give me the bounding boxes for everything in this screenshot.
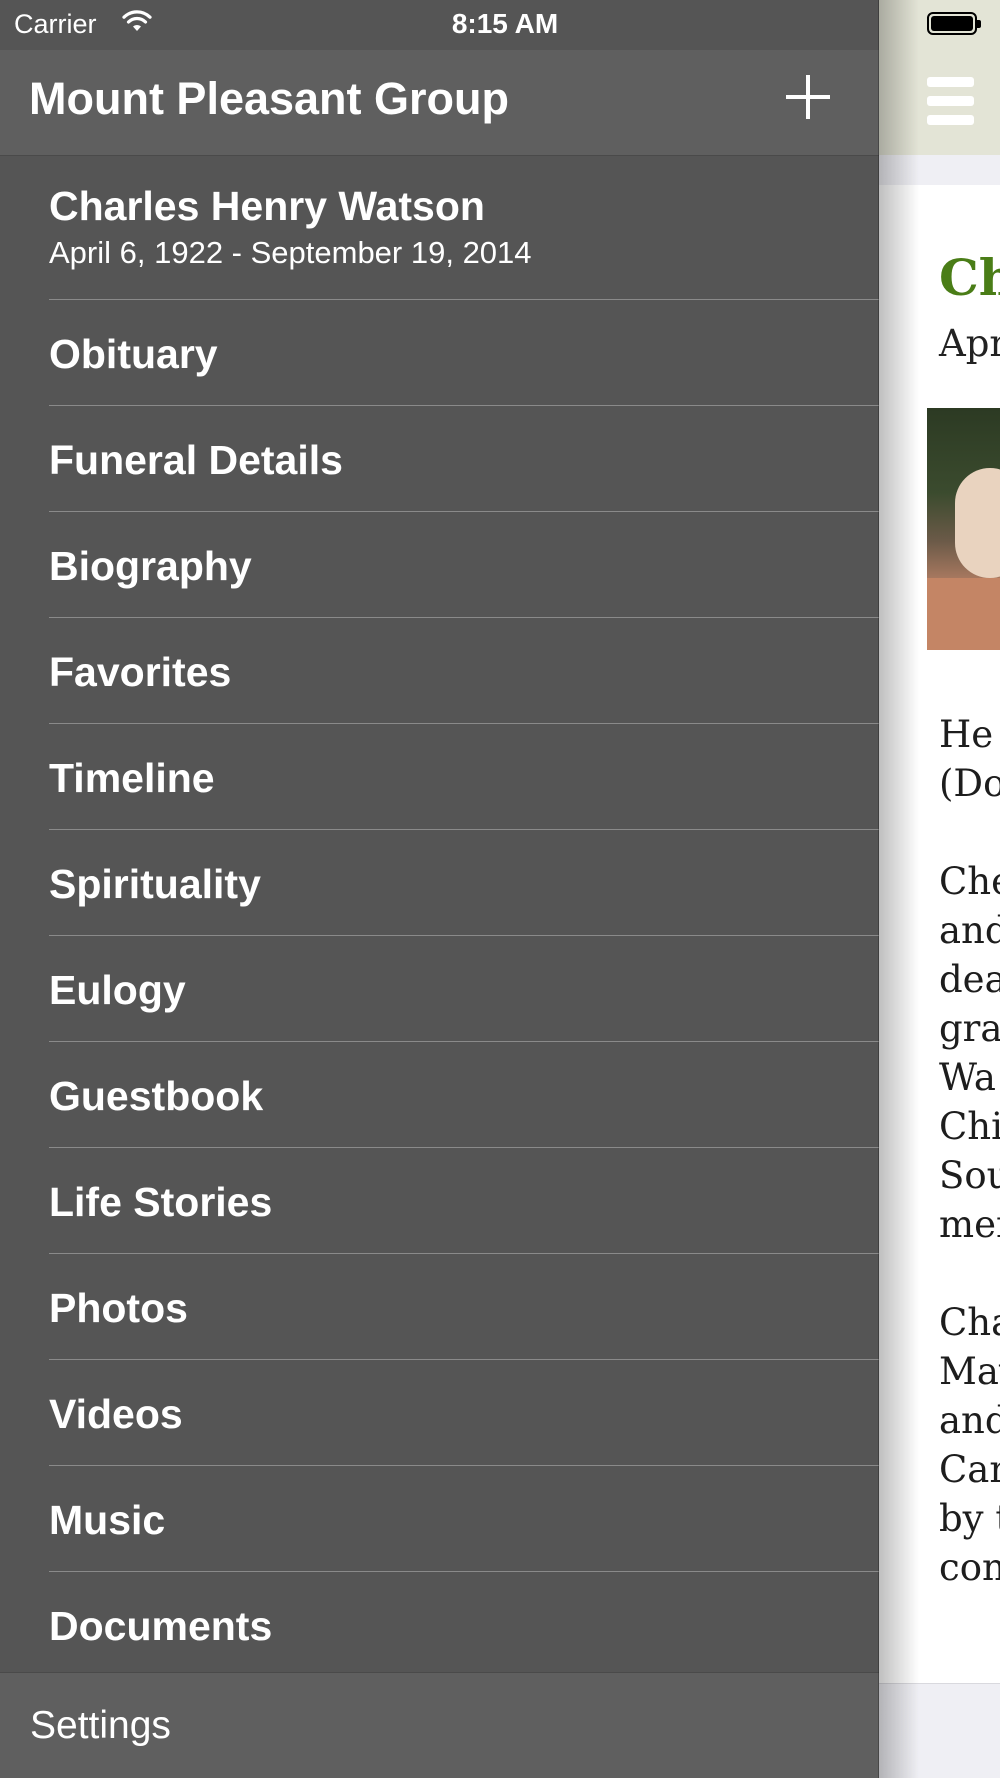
settings-label: Settings <box>30 1704 171 1747</box>
person-header-item[interactable]: Charles Henry Watson April 6, 1922 - Sep… <box>49 155 879 300</box>
menu-item-label: Timeline <box>49 755 215 801</box>
drawer-header: Mount Pleasant Group <box>0 50 879 156</box>
text-paragraph: He (Do <box>939 713 1000 805</box>
menu-item-label: Obituary <box>49 331 218 377</box>
menu-item-label: Biography <box>49 543 252 589</box>
drawer-title: Mount Pleasant Group <box>29 73 510 124</box>
menu-item-videos[interactable]: Videos <box>49 1359 879 1466</box>
text-paragraph: Che and dea gra Wa Chi Sou mer <box>939 860 1000 1246</box>
menu-item-label: Guestbook <box>49 1073 264 1119</box>
text-paragraph: Cha May and Car by t con <box>939 1301 1000 1589</box>
side-drawer: Carrier 8:15 AM Mount Pleasant Group Cha… <box>0 0 879 1778</box>
menu-item-documents[interactable]: Documents <box>49 1571 879 1677</box>
menu-item-label: Music <box>49 1497 166 1543</box>
settings-button[interactable]: Settings <box>0 1672 879 1778</box>
menu-item-photos[interactable]: Photos <box>49 1253 879 1360</box>
menu-item-biography[interactable]: Biography <box>49 511 879 618</box>
hamburger-menu-icon[interactable] <box>927 77 974 125</box>
plus-icon[interactable] <box>786 75 830 119</box>
menu-item-label: Videos <box>49 1391 183 1437</box>
person-name: Charles Henry Watson <box>49 183 485 229</box>
menu-item-favorites[interactable]: Favorites <box>49 617 879 724</box>
obituary-text: He (Do Che and dea gra Wa Chi Sou mer Ch… <box>939 710 1000 1641</box>
status-time: 8:15 AM <box>451 8 559 39</box>
content-dates: Apr <box>939 322 1000 365</box>
menu-item-label: Eulogy <box>49 967 186 1013</box>
content-footer <box>879 1683 1000 1778</box>
content-nav-bar <box>879 0 1000 155</box>
menu-item-label: Favorites <box>49 649 232 695</box>
menu-item-label: Spirituality <box>49 861 261 907</box>
content-title: Ch <box>939 248 1000 307</box>
menu-item-label: Life Stories <box>49 1179 273 1225</box>
menu-item-life-stories[interactable]: Life Stories <box>49 1147 879 1254</box>
status-bar: Carrier 8:15 AM <box>0 0 879 50</box>
menu-item-label: Photos <box>49 1285 188 1331</box>
menu-item-spirituality[interactable]: Spirituality <box>49 829 879 936</box>
menu-item-label: Funeral Details <box>49 437 343 483</box>
content-panel: Ch Apr He (Do Che and dea gra Wa Chi Sou… <box>879 0 1000 1778</box>
portrait-photo[interactable] <box>927 408 1000 650</box>
person-dates: April 6, 1922 - September 19, 2014 <box>49 235 532 270</box>
drawer-menu: Charles Henry Watson April 6, 1922 - Sep… <box>0 155 879 1672</box>
menu-item-eulogy[interactable]: Eulogy <box>49 935 879 1042</box>
menu-item-label: Documents <box>49 1603 273 1649</box>
menu-item-music[interactable]: Music <box>49 1465 879 1572</box>
content-gap <box>879 155 1000 186</box>
menu-item-timeline[interactable]: Timeline <box>49 723 879 830</box>
menu-item-funeral-details[interactable]: Funeral Details <box>49 405 879 512</box>
menu-item-guestbook[interactable]: Guestbook <box>49 1041 879 1148</box>
menu-item-obituary[interactable]: Obituary <box>49 299 879 406</box>
battery-icon <box>927 12 981 35</box>
